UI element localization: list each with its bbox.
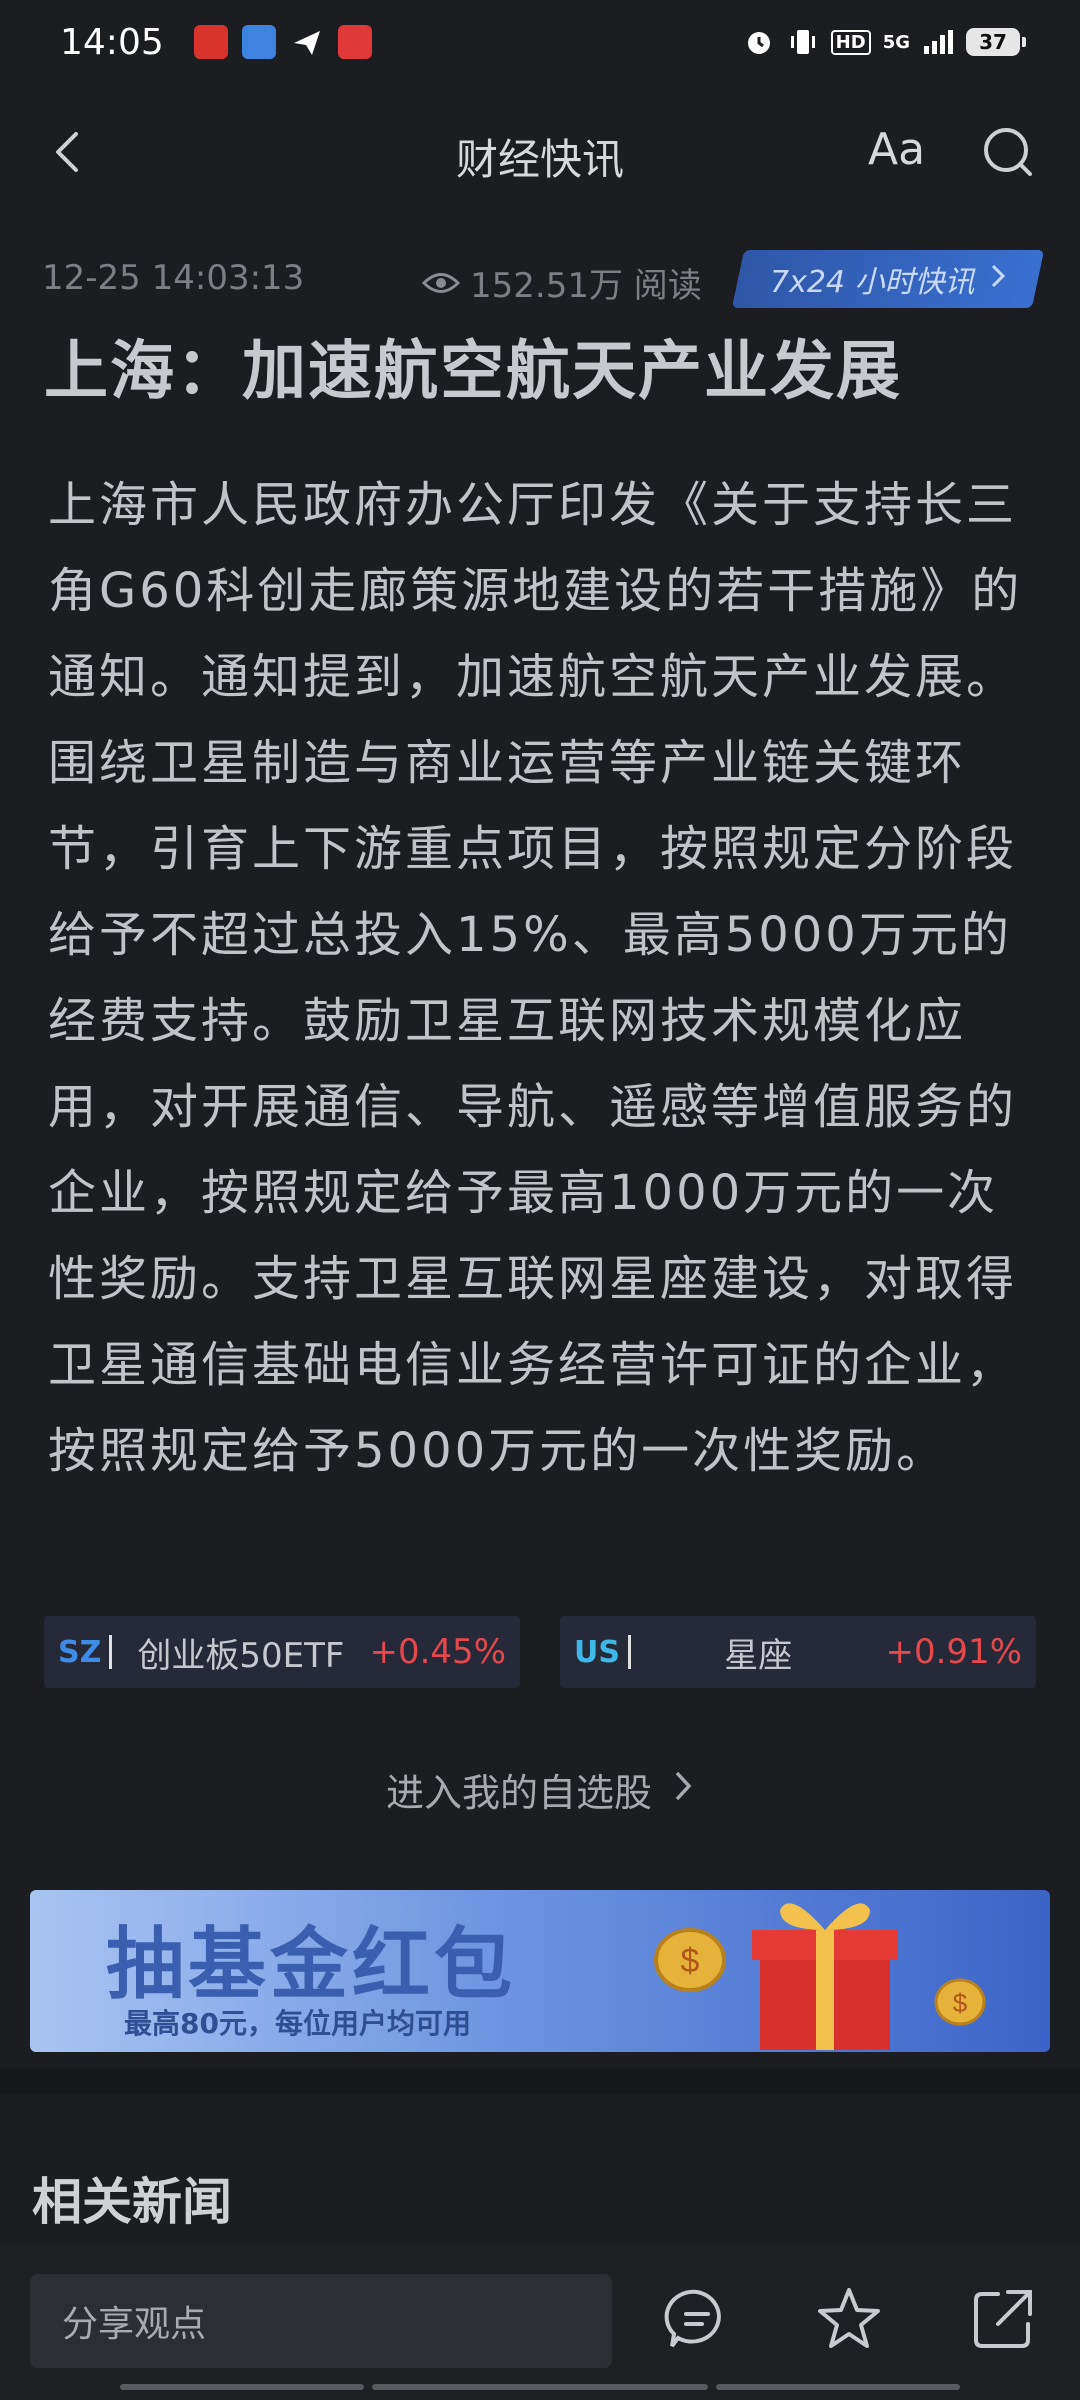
send-app-notification-icon [290,25,324,59]
signal-icon [922,26,954,58]
comment-input[interactable]: 分享观点 [30,2274,612,2368]
stock-name: 星座 [724,1635,793,1676]
article-body: 上海市人民政府办公厅印发《关于支持长三角G60科创走廊策源地建设的若干措施》的通… [48,477,1023,1479]
eye-icon [422,272,460,293]
gesture-indicator [372,2384,708,2390]
view-count: 152.51万 阅读 [422,258,702,307]
promo-banner[interactable]: 抽基金红包 最高80元，每位用户均可用 $ $ [30,1890,1050,2052]
svg-text:$: $ [681,1942,700,1980]
share-icon[interactable] [968,2284,1038,2354]
stock-change: +0.91% [885,1632,1023,1672]
chevron-right-icon [988,262,1006,297]
watchlist-link[interactable]: 进入我的自选股 [0,1762,1080,1817]
coin-icon: $ [934,1978,986,2026]
coin-icon: $ [654,1928,726,1992]
font-size-button[interactable]: Aa [868,124,925,175]
chevron-right-icon [672,1768,694,1812]
market-tag: US [574,1634,620,1670]
status-time: 14:05 [60,21,164,63]
cloud-app-notification-icon [241,25,276,59]
news-detail-page: 14:05 HD 5G 37 财经快讯 Aa 12-25 14:03:13 15… [0,0,1080,2400]
stock-name: 创业板50ETF [137,1635,345,1676]
badge-label: 7x24 小时快讯 [769,265,975,300]
stock-change: +0.45% [369,1632,507,1672]
star-icon[interactable] [814,2284,884,2354]
search-icon[interactable] [978,122,1038,182]
network-indicator: 5G [882,31,910,53]
related-news-heading: 相关新闻 [32,2173,232,2231]
stock-chip[interactable]: SZ 创业板50ETF +0.45% [44,1616,520,1688]
comment-placeholder: 分享观点 [62,2304,207,2345]
status-left: 14:05 [60,22,372,63]
gesture-indicator [716,2384,960,2390]
alarm-icon [743,26,775,58]
svg-text:$: $ [953,1988,968,2018]
stock-app-notification-icon [193,25,228,59]
hd-indicator: HD [830,29,871,55]
nav-bar: 财经快讯 Aa [0,100,1080,204]
battery-icon: 37 [966,28,1026,56]
banner-title: 抽基金红包 [106,1920,517,2010]
gesture-indicator [120,2384,364,2390]
related-stocks: SZ 创业板50ETF +0.45% US 星座 +0.91% [44,1616,1036,1688]
comment-icon[interactable] [662,2284,732,2354]
view-count-text: 152.51万 阅读 [470,266,702,306]
market-tag: SZ [58,1634,102,1670]
banner-subtitle: 最高80元，每位用户均可用 [124,2007,471,2040]
article-meta: 12-25 14:03:13 152.51万 阅读 7x24 小时快讯 [42,250,1045,310]
watchlist-label: 进入我的自选股 [385,1771,652,1815]
news-app-notification-icon [337,25,372,59]
status-bar: 14:05 HD 5G 37 [0,0,1080,84]
7x24-news-badge[interactable]: 7x24 小时快讯 [731,250,1045,308]
publish-time: 12-25 14:03:13 [42,258,305,298]
section-separator [0,2068,1080,2094]
stock-chip[interactable]: US 星座 +0.91% [560,1616,1036,1688]
article-headline: 上海：加速航空航天产业发展 [44,335,902,409]
status-right: HD 5G 37 [743,26,1026,58]
vibrate-icon [787,26,819,58]
bottom-action-bar: 分享观点 [0,2244,1080,2400]
gift-box-icon [752,1903,898,2050]
